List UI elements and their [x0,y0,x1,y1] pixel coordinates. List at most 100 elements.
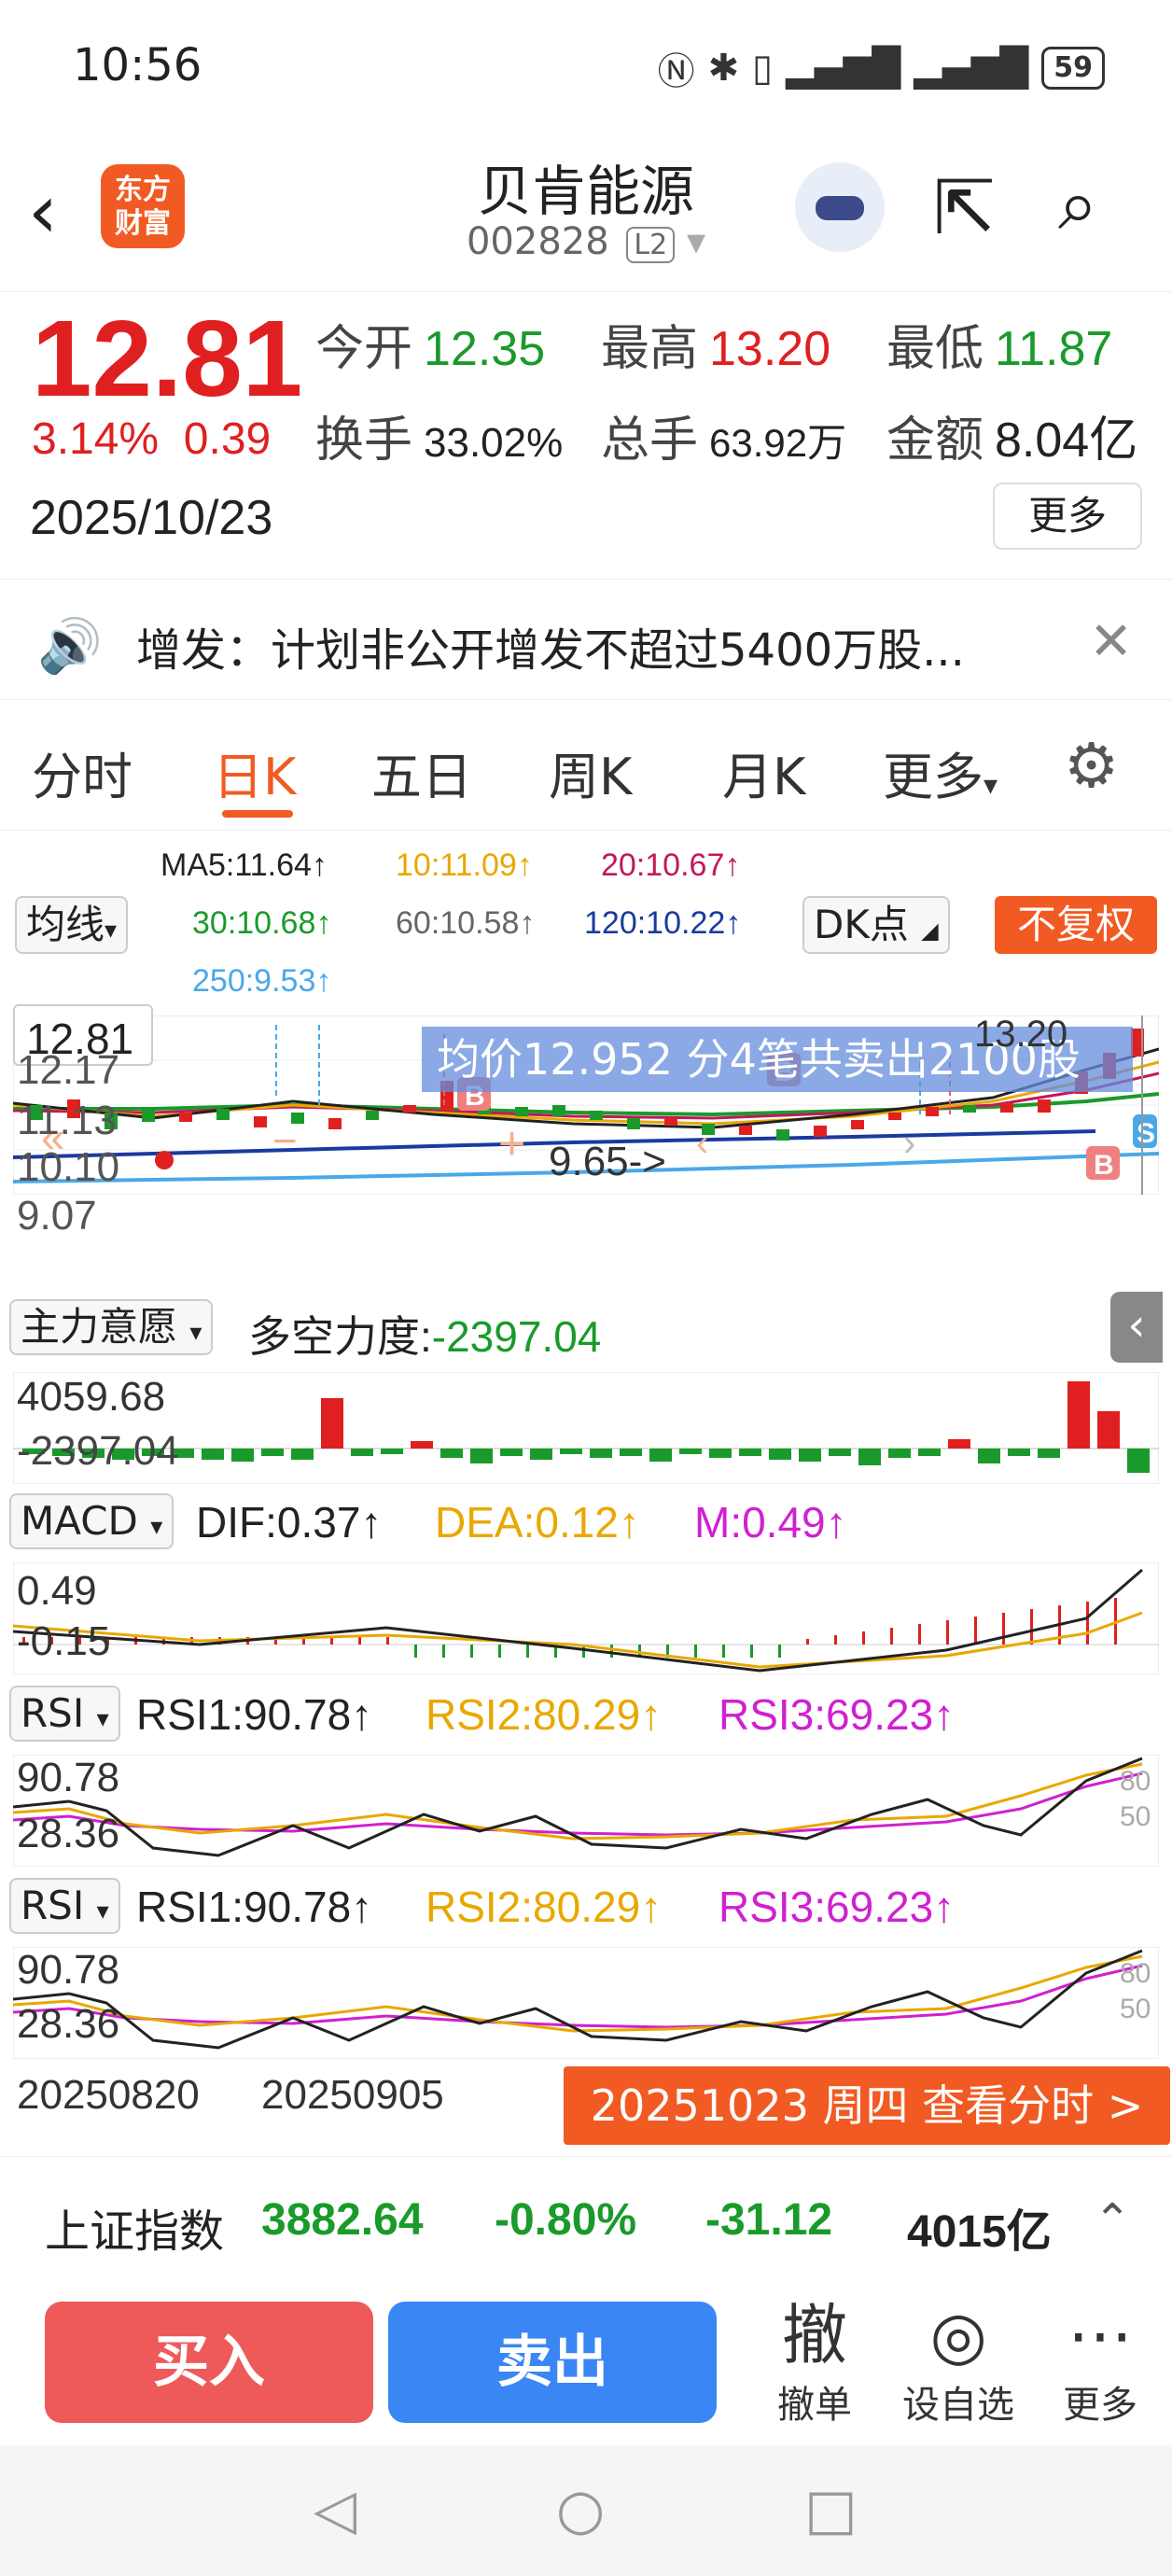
x-axis-label-2: 20250905 [261,2072,444,2118]
assistant-avatar[interactable] [795,162,885,252]
index-ticker[interactable]: 上证指数 3882.64 -0.80% -31.12 4015亿 ⌃ [0,2156,1172,2277]
quote-date: 2025/10/23 [30,491,273,545]
svg-text:50: 50 [1120,1994,1151,2024]
macd-bar [1030,1609,1033,1645]
rsi-max-1: 90.78 [17,1755,120,1800]
tab-weekly-k[interactable]: 周K [549,735,632,809]
top-bar: ‹ 东方 财富 贝肯能源 002828 L2 ▾ ⇱ ⌕ [0,131,1172,289]
search-icon[interactable]: ⌕ [1058,162,1098,247]
force-bar [470,1449,493,1463]
tab-daily-k[interactable]: 日K [213,735,296,809]
force-bar [1097,1411,1120,1449]
view-timeshare-button[interactable]: 20251023 周四 查看分时 > [564,2066,1170,2145]
tab-five-day[interactable]: 五日 [371,735,472,809]
chevron-up-icon[interactable]: ⌃ [1094,2194,1131,2247]
macd-bar [358,1637,361,1645]
dk-point-dropdown[interactable]: DK点 ◢ [802,896,950,954]
nav-recents-icon[interactable]: □ [804,2477,858,2542]
ma10-label: 10:11.09↑ [396,847,533,883]
macd-bar [470,1645,473,1658]
ma-dropdown[interactable]: 均线▾ [15,896,129,954]
gear-icon[interactable]: ⚙ [1064,730,1119,802]
chart-tabs: 分时 日K 五日 周K 月K 更多▾ ⚙ [0,709,1172,831]
rsi-min-2: 28.36 [17,2001,120,2047]
macd-bar [918,1624,921,1645]
svg-text:S: S [1137,1118,1155,1149]
nav-home-icon[interactable]: ○ [556,2477,605,2542]
collapse-arrow-icon[interactable]: ‹ [1110,1292,1163,1363]
high-marker-label: 13.20 [974,1014,1068,1055]
amount: 金额 8.04亿 [886,413,1138,469]
force-bar [381,1449,403,1454]
stock-code[interactable]: 002828 L2 ▾ [0,220,1172,263]
level2-badge: L2 [626,227,676,263]
turnover: 换手 33.02% [315,413,564,469]
cancel-order-button[interactable]: 撤 撤单 [754,2296,875,2429]
force-bar [202,1449,224,1460]
nav-back-icon[interactable]: ◁ [314,2477,356,2542]
rsi-min-1: 28.36 [17,1811,120,1856]
svg-text:80: 80 [1120,1766,1151,1797]
nfc-icon: Ⓝ [657,50,695,93]
index-amount: 4015亿 [907,2207,1052,2257]
index-pct: -0.80% [495,2195,637,2245]
close-icon[interactable]: ✕ [1089,611,1133,672]
macd-panel [13,1562,1159,1674]
macd-bar [750,1645,753,1658]
system-nav-bar: ◁ ○ □ [0,2445,1172,2576]
macd-dropdown[interactable]: MACD ▾ [9,1493,174,1549]
force-bar [948,1439,970,1449]
tab-timeshare[interactable]: 分时 [32,735,133,809]
tab-more[interactable]: 更多▾ [883,735,998,809]
svg-text:‹: ‹ [696,1123,708,1164]
favorite-icon: ◎ [929,2297,987,2373]
svg-text:›: › [903,1123,915,1164]
macd-m: M:0.49↑ [694,1498,847,1547]
status-bar: 10:56 Ⓝ ✱ ▯ ▂▄▆█ ▂▄▆█ 59 [0,0,1172,131]
force-bar [829,1449,851,1456]
vibrate-icon: ▯ [752,47,774,90]
add-favorite-button[interactable]: ◎ 设自选 [898,2296,1019,2429]
share-icon[interactable]: ⇱ [933,164,996,251]
macd-bar [526,1645,529,1658]
svg-text:B: B [1094,1150,1114,1181]
more-quote-button[interactable]: 更多 [993,483,1142,550]
rsi2-label-1: RSI2:80.29↑ [426,1690,663,1739]
svg-text:−: − [272,1116,298,1165]
ma120-label: 120:10.22↑ [584,905,742,941]
sell-button[interactable]: 卖出 [388,2302,717,2423]
macd-bar [414,1645,417,1658]
macd-bar [694,1645,697,1658]
quote-panel: 12.81 3.14% 0.39 2025/10/23 今开 12.35 最高 13… [0,291,1172,571]
force-label: 多空力度:-2397.04 [248,1312,602,1361]
speaker-icon: 🔊 [37,616,103,677]
force-bar [679,1449,702,1454]
status-icons: Ⓝ ✱ ▯ ▂▄▆█ ▂▄▆█ 59 [658,41,1105,95]
rsi-dropdown-2[interactable]: RSI ▾ [9,1878,120,1934]
price-change: 3.14% 0.39 [32,414,272,464]
macd-dea: DEA:0.12↑ [435,1498,640,1547]
more-actions-button[interactable]: ⋯ 更多 [1039,2296,1161,2429]
macd-bar [1086,1602,1089,1645]
stock-name: 贝肯能源 [477,160,694,223]
low-price: 最低 11.87 [886,321,1113,377]
force-bar [351,1449,373,1456]
kline-chart-area[interactable]: MA5:11.64↑ 10:11.09↑ 20:10.67↑ 均线▾ 30:10… [0,831,1172,2156]
force-bar [888,1449,911,1458]
macd-max: 0.49 [17,1568,97,1614]
tab-monthly-k[interactable]: 月K [722,735,805,809]
rsi-dropdown-1[interactable]: RSI ▾ [9,1686,120,1742]
force-bar [231,1449,254,1462]
force-max: 4059.68 [17,1374,166,1420]
macd-bar [890,1628,893,1645]
force-bar [291,1449,314,1460]
ma30-label: 30:10.68↑ [192,905,332,941]
price-axis-4: 10.10 [17,1144,120,1190]
buy-button[interactable]: 买入 [45,2302,373,2423]
more-dots-icon: ⋯ [1067,2297,1133,2373]
force-dropdown[interactable]: 主力意愿 ▾ [9,1299,214,1355]
macd-bar [806,1639,809,1645]
announcement-bar[interactable]: 🔊 增发：计划非公开增发不超过5400万股... ✕ [0,579,1172,700]
adjust-mode-button[interactable]: 不复权 [995,896,1157,954]
signal-icon: ▂▄▆█ [786,47,901,90]
